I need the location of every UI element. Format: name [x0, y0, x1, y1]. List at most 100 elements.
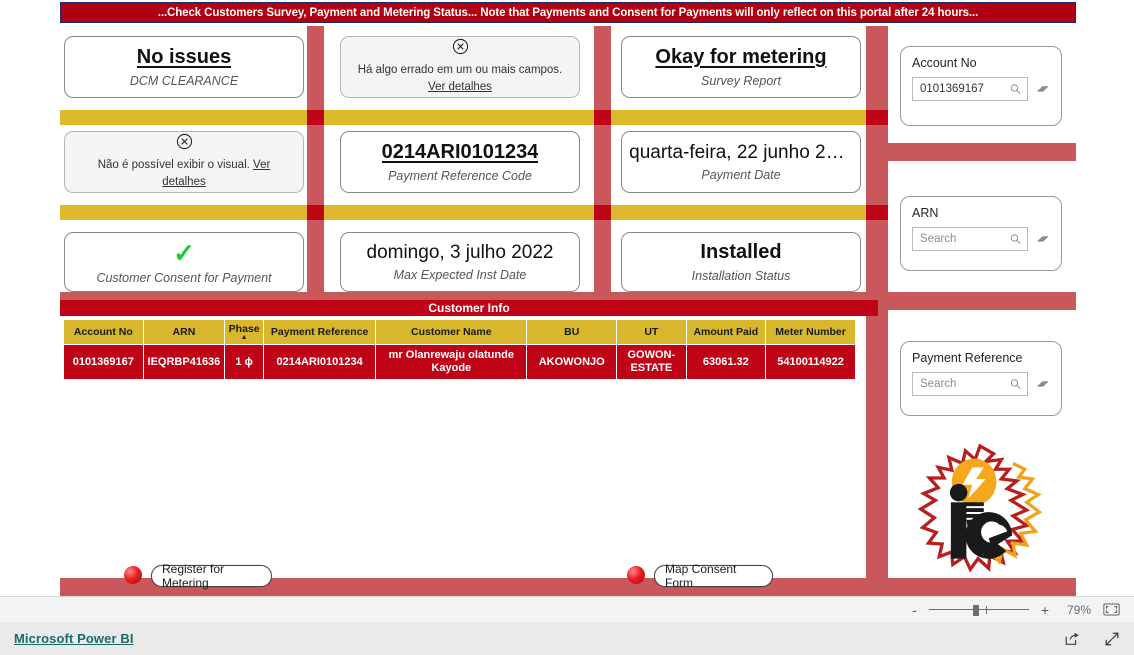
divider-intersection-6 [866, 205, 888, 220]
customer-info-table[interactable]: Account No ARN Phase ▲ Payment Reference… [63, 318, 856, 381]
field-error-text: Há algo errado em um ou mais campos. Ver… [341, 62, 579, 95]
cell-arn: IEQRBP41636 [142, 344, 226, 381]
power-bi-app-bar: Microsoft Power BI [0, 622, 1134, 655]
card-survey-report[interactable]: Okay for metering Survey Report [621, 36, 861, 98]
customer-info-title: Customer Info [60, 300, 878, 316]
col-amount-paid[interactable]: Amount Paid [685, 318, 767, 346]
card-installation-status[interactable]: Installed Installation Status [621, 232, 861, 292]
zoom-slider-tick [985, 606, 987, 614]
col-account-no[interactable]: Account No [63, 318, 144, 346]
arn-search-input[interactable]: Search [912, 227, 1028, 251]
card-customer-consent[interactable]: ✓ Customer Consent for Payment [64, 232, 304, 292]
card-payment-reference-code-value: 0214ARI0101234 [381, 141, 539, 163]
error-circle-x-icon [176, 134, 192, 150]
card-payment-reference-code-label: Payment Reference Code [388, 169, 532, 183]
field-error-details-link[interactable]: Ver detalhes [428, 81, 492, 93]
account-no-search-value: 0101369167 [920, 83, 984, 95]
row-divider-gold-1 [60, 110, 888, 125]
card-visual-error[interactable]: Não é possível exibir o visual. Ver deta… [64, 131, 304, 193]
column-separator-2 [594, 26, 611, 300]
card-max-expected-inst-date[interactable]: domingo, 3 julho 2022 Max Expected Inst … [340, 232, 580, 292]
map-consent-button-bullet-icon [627, 566, 645, 584]
cell-account-no: 0101369167 [63, 344, 144, 381]
sort-ascending-icon: ▲ [240, 334, 248, 342]
clear-filter-eraser-icon[interactable] [1036, 378, 1050, 390]
col-payment-reference[interactable]: Payment Reference [263, 318, 377, 346]
cell-phase: 1 ɸ [224, 344, 265, 381]
field-error-message: Há algo errado em um ou mais campos. [357, 64, 563, 77]
sidebar-divider-1 [888, 143, 1076, 161]
clear-filter-eraser-icon[interactable] [1036, 83, 1050, 95]
col-bu[interactable]: BU [526, 318, 618, 346]
row-divider-gold-2 [60, 205, 888, 220]
clear-filter-eraser-icon[interactable] [1036, 233, 1050, 245]
card-max-expected-inst-date-label: Max Expected Inst Date [393, 268, 527, 283]
zoom-slider[interactable] [928, 603, 1029, 617]
divider-intersection-2 [594, 110, 611, 125]
consent-check-icon: ✓ [173, 237, 195, 268]
card-payment-date-label: Payment Date [701, 168, 781, 183]
fit-to-page-icon[interactable] [1103, 603, 1120, 616]
slicer-arn[interactable]: ARN Search [900, 196, 1062, 271]
card-installation-status-label: Installation Status [691, 269, 791, 283]
slicer-account-no[interactable]: Account No 0101369167 [900, 46, 1062, 126]
power-bi-report-page: ...Check Customers Survey, Payment and M… [0, 0, 1134, 655]
table-header-row: Account No ARN Phase ▲ Payment Reference… [63, 318, 856, 346]
search-icon [1010, 84, 1021, 94]
visual-error-message: Não é possível exibir o visual. [97, 159, 254, 172]
divider-intersection-5 [594, 205, 611, 220]
slicer-account-no-row: 0101369167 [912, 77, 1050, 101]
card-customer-consent-label: Customer Consent for Payment [96, 270, 272, 285]
power-bi-brand-link[interactable]: Microsoft Power BI [14, 631, 134, 646]
col-phase[interactable]: Phase ▲ [224, 318, 265, 346]
zoom-out-button[interactable]: - [912, 603, 917, 617]
card-installation-status-value: Installed [700, 241, 782, 263]
slicer-payment-reference-row: Search [912, 372, 1050, 396]
account-no-search-input[interactable]: 0101369167 [912, 77, 1028, 101]
cell-customer-name: mr Olanrewaju olatunde Kayode [375, 344, 528, 381]
col-customer-name[interactable]: Customer Name [375, 318, 528, 346]
slicer-arn-row: Search [912, 227, 1050, 251]
fullscreen-icon[interactable] [1104, 631, 1120, 647]
report-status-bar: - + 79% [0, 596, 1134, 622]
cell-amount-paid: 63061.32 [685, 344, 767, 381]
zoom-slider-handle[interactable] [972, 604, 979, 616]
cell-meter-number: 54100114922 [765, 344, 856, 381]
col-arn[interactable]: ARN [142, 318, 226, 346]
card-dcm-clearance-value: No issues [136, 46, 232, 68]
card-payment-date-value: quarta-feira, 22 junho 20… [629, 141, 853, 163]
search-icon [1010, 234, 1021, 244]
map-consent-form-button[interactable]: Map Consent Form [654, 562, 773, 590]
card-survey-report-value: Okay for metering [655, 46, 827, 68]
card-max-expected-inst-date-value: domingo, 3 julho 2022 [366, 241, 554, 263]
arn-search-placeholder: Search [920, 233, 957, 245]
visual-error-text: Não é possível exibir o visual. Ver deta… [65, 157, 303, 190]
app-bar-actions [1064, 631, 1120, 647]
zoom-level-label: 79% [1066, 602, 1091, 617]
divider-intersection-3 [866, 110, 888, 125]
payment-reference-search-input[interactable]: Search [912, 372, 1028, 396]
zoom-in-button[interactable]: + [1041, 603, 1049, 617]
ikeja-electric-logo [917, 443, 1043, 573]
table-row[interactable]: 0101369167 IEQRBP41636 1 ɸ 0214ARI010123… [63, 344, 856, 381]
register-button-bullet-icon [124, 566, 142, 584]
card-survey-report-label: Survey Report [701, 74, 781, 88]
divider-intersection-1 [307, 110, 324, 125]
card-payment-date[interactable]: quarta-feira, 22 junho 20… Payment Date [621, 131, 861, 193]
card-survey-field-error[interactable]: Há algo errado em um ou mais campos. Ver… [340, 36, 580, 98]
report-canvas: ...Check Customers Survey, Payment and M… [0, 0, 1134, 596]
card-dcm-clearance-label: DCM CLEARANCE [129, 74, 239, 88]
divider-intersection-4 [307, 205, 324, 220]
slicer-payment-reference[interactable]: Payment Reference Search [900, 341, 1062, 416]
payment-reference-search-placeholder: Search [920, 378, 957, 390]
card-dcm-clearance[interactable]: No issues DCM CLEARANCE [64, 36, 304, 98]
cell-bu: AKOWONJO [526, 344, 618, 381]
col-ut[interactable]: UT [616, 318, 687, 346]
error-circle-x-icon [452, 39, 468, 55]
report-banner: ...Check Customers Survey, Payment and M… [60, 2, 1076, 23]
col-meter-number[interactable]: Meter Number [765, 318, 856, 346]
search-icon [1010, 379, 1021, 389]
share-icon[interactable] [1064, 631, 1080, 647]
register-for-metering-button[interactable]: Register for Metering [151, 562, 272, 590]
card-payment-reference-code[interactable]: 0214ARI0101234 Payment Reference Code [340, 131, 580, 193]
